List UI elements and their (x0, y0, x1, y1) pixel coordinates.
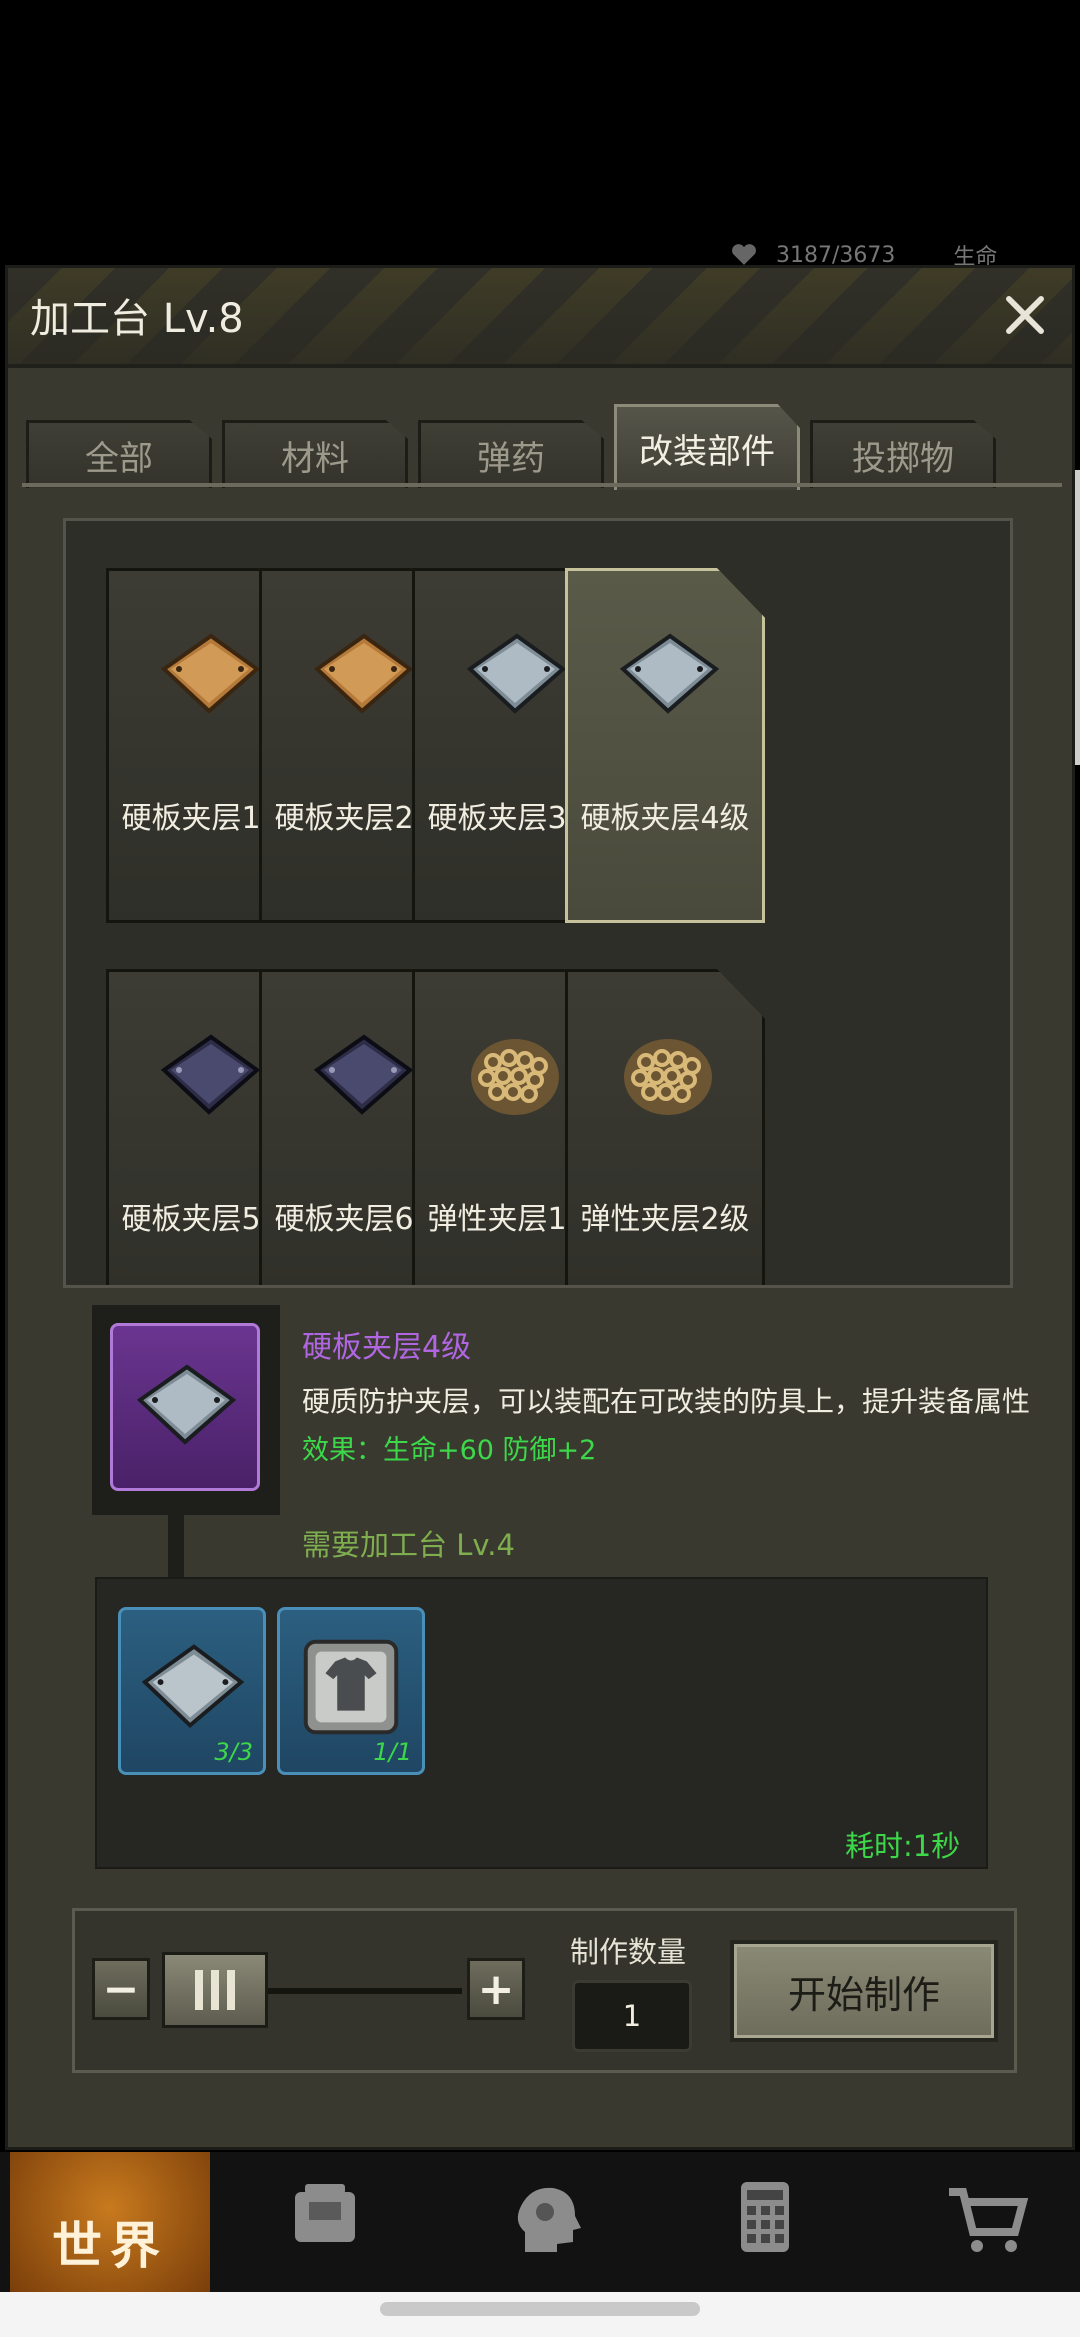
material-count: 3/3 (214, 1738, 253, 1766)
quantity-slider-handle[interactable] (162, 1952, 268, 2028)
increase-button[interactable]: + (467, 1958, 525, 2020)
cart-icon (949, 2188, 1029, 2252)
item-name: 弹性夹层2级 (580, 1202, 750, 1237)
material-count: 1/1 (373, 1738, 412, 1766)
detail-requirement: 需要加工台 Lv.4 (302, 1528, 515, 1562)
detail-item-name: 硬板夹层4级 (302, 1330, 472, 1365)
craft-time: 耗时:1秒 (845, 1829, 961, 1863)
close-icon (1006, 296, 1044, 334)
shirt-icon (303, 1639, 399, 1735)
nav-world-label: 世界 (52, 2217, 168, 2275)
start-crafting-button[interactable]: 开始制作 (730, 1940, 998, 2042)
tabs-divider (22, 483, 1062, 487)
quantity-label: 制作数量 (570, 1935, 687, 1969)
item-name: 硬板夹层4级 (580, 801, 750, 836)
nav-shop[interactable] (910, 2152, 1060, 2292)
quantity-slider-track[interactable] (252, 1988, 462, 1994)
heart-icon (732, 244, 756, 265)
detail-connector (168, 1515, 184, 1577)
keypad-icon (741, 2182, 789, 2252)
close-button[interactable] (992, 282, 1058, 348)
detail-effect: 效果：生命+60 防御+2 (302, 1435, 597, 1466)
steel-plate-icon (466, 633, 567, 714)
item-grid[interactable]: 硬板夹层1级 硬板夹层2级 硬板夹层3级 硬板夹层4级 硬板夹层5级 硬板夹层6… (63, 518, 1013, 1288)
backpack-icon (295, 2184, 355, 2242)
category-tabs: 全部 材料 弹药 改装部件 投掷物 (26, 404, 996, 490)
tab-mod-parts[interactable]: 改装部件 (614, 404, 800, 490)
material-slot[interactable]: 1/1 (277, 1607, 425, 1775)
chainmail-icon (471, 1039, 559, 1115)
steel-plate-icon (136, 1364, 237, 1445)
tab-ammo[interactable]: 弹药 (418, 420, 604, 488)
tab-throwables[interactable]: 投掷物 (810, 420, 996, 488)
detail-description: 硬质防护夹层，可以装配在可改装的防具上，提升装备属性 (302, 1385, 1031, 1418)
panel-header: 加工台 Lv.8 (8, 268, 1072, 368)
decrease-button[interactable]: − (92, 1958, 150, 2020)
dark-plate-icon (313, 1034, 414, 1115)
detail-item-icon (110, 1323, 260, 1491)
tab-all[interactable]: 全部 (26, 420, 212, 488)
item-card-selected[interactable]: 硬板夹层4级 (565, 568, 765, 923)
nav-calculator[interactable] (690, 2152, 840, 2292)
head-gear-icon (517, 2187, 581, 2252)
chainmail-icon (624, 1039, 712, 1115)
bronze-plate-icon (313, 633, 414, 714)
panel-title: 加工台 Lv.8 (30, 296, 244, 342)
quantity-field[interactable]: 1 (572, 1980, 692, 2052)
item-card[interactable]: 弹性夹层2级 (565, 969, 765, 1285)
bronze-plate-icon (160, 633, 261, 714)
steel-plate-icon (141, 1644, 245, 1728)
nav-skills[interactable] (470, 2152, 620, 2292)
home-indicator[interactable] (380, 2302, 700, 2316)
bottom-nav: 世界 (0, 2152, 1080, 2292)
dark-plate-icon (160, 1034, 261, 1115)
steel-plate-icon (619, 633, 720, 714)
nav-backpack[interactable] (250, 2152, 400, 2292)
hp-value: 3187/3673 (776, 242, 896, 268)
nav-world[interactable]: 世界 (10, 2152, 210, 2292)
material-slot[interactable]: 3/3 (118, 1607, 266, 1775)
tab-materials[interactable]: 材料 (222, 420, 408, 488)
